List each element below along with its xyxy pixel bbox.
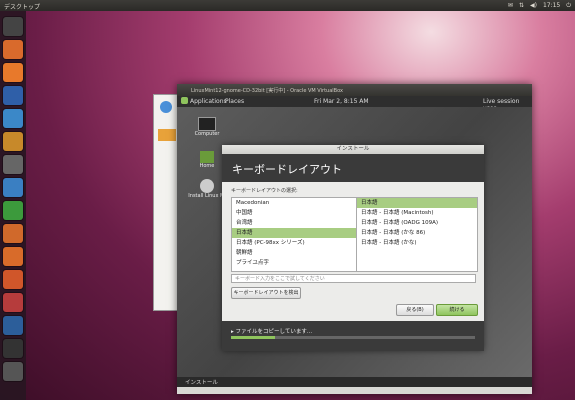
network-icon[interactable]: ⇅ — [519, 2, 524, 10]
status-text: ▸ ファイルをコピーしています... — [231, 329, 313, 335]
list-item[interactable]: 日本語 - 日本語 (OADG 109A) — [357, 218, 477, 228]
software-center-icon[interactable] — [3, 247, 23, 266]
impress-icon[interactable] — [3, 224, 23, 243]
thunderbird-icon[interactable] — [3, 86, 23, 105]
vbox-statusbar — [177, 387, 532, 394]
list-item[interactable]: 日本語 — [357, 198, 477, 208]
folder-icon — [158, 129, 176, 141]
desktop-icon-computer[interactable]: Computer — [187, 117, 227, 137]
guest-taskbar: インストール — [177, 377, 532, 387]
install-label: Install Linux Mi — [188, 193, 226, 199]
firefox-icon[interactable] — [3, 63, 23, 82]
applications-menu[interactable]: Applications — [190, 98, 227, 105]
home-icon — [200, 151, 214, 163]
vbox-title: LinuxMint12-gnome-CD-32bit [実行中] - Oracl… — [191, 88, 343, 94]
virtualbox-icon[interactable] — [3, 316, 23, 335]
computer-label: Computer — [194, 131, 220, 137]
back-button[interactable]: 戻る(B) — [396, 304, 434, 316]
installer-header: キーボードレイアウト — [222, 154, 484, 182]
guest-clock[interactable]: Fri Mar 2, 8:15 AM — [314, 98, 369, 105]
power-icon[interactable]: ⏻ — [566, 2, 571, 10]
rhythmbox-icon[interactable] — [3, 132, 23, 151]
terminal-icon[interactable] — [3, 339, 23, 358]
top-panel: デスクトップ ✉ ⇅ ◀) 17:15 ⏻ — [0, 0, 575, 11]
volume-icon[interactable]: ◀) — [530, 2, 537, 10]
list-item[interactable]: 日本語 - 日本語 (かな) — [357, 238, 477, 248]
forward-button[interactable]: 続ける — [436, 304, 478, 316]
install-disc-icon — [200, 179, 214, 193]
list-item[interactable]: 台湾語 — [232, 218, 357, 228]
page-title: キーボードレイアウト — [232, 163, 342, 176]
mint-menu-icon[interactable] — [181, 97, 188, 104]
files-icon[interactable] — [3, 40, 23, 59]
trash-icon[interactable] — [3, 362, 23, 381]
taskbar-item-install[interactable]: インストール — [185, 378, 218, 386]
list-item[interactable]: プライユ点字 — [232, 258, 357, 268]
list-item[interactable]: 中国語 — [232, 208, 357, 218]
computer-icon — [198, 117, 216, 131]
system-tray: ✉ ⇅ ◀) 17:15 ⏻ — [508, 2, 571, 10]
clock[interactable]: 17:15 — [543, 2, 560, 10]
calc-icon[interactable] — [3, 201, 23, 220]
install-progress-area: ▸ ファイルをコピーしています... — [222, 321, 484, 351]
writer-icon[interactable] — [3, 178, 23, 197]
installer-window: インストール キーボードレイアウト キーボードレイアウトの選択: Macedon… — [222, 145, 484, 351]
progress-bar — [231, 336, 475, 339]
empathy-icon[interactable] — [3, 109, 23, 128]
list-item[interactable]: 朝鮮語 — [232, 248, 357, 258]
list-item[interactable]: Macedonian — [232, 198, 357, 208]
vbox-titlebar[interactable]: LinuxMint12-gnome-CD-32bit [実行中] - Oracl… — [177, 84, 532, 96]
installer-titlebar[interactable]: インストール — [222, 145, 484, 154]
variant-list[interactable]: 日本語 日本語 - 日本語 (Macintosh) 日本語 - 日本語 (OADG … — [356, 197, 478, 272]
layout-list[interactable]: Macedonian 中国語 台湾語 日本語 日本語 (PC-98xx シリーズ) 朝鮮語… — [231, 197, 358, 272]
layout-choose-label: キーボードレイアウトの選択: — [231, 188, 298, 194]
list-item[interactable]: 日本語 - 日本語 (かな 86) — [357, 228, 477, 238]
guest-top-panel: Applications Places Fri Mar 2, 8:15 AM L… — [177, 96, 532, 112]
list-item[interactable]: 日本語 — [232, 228, 357, 238]
ubuntu-one-icon[interactable] — [3, 270, 23, 289]
detect-layout-button[interactable]: キーボードレイアウトを検出 — [231, 287, 301, 299]
mail-icon[interactable]: ✉ — [508, 2, 513, 10]
keyboard-test-input[interactable]: キーボード入力をここで試してください — [231, 274, 476, 283]
browser-icon — [160, 101, 172, 113]
ubuntu-home-icon[interactable] — [3, 17, 23, 36]
unity-launcher — [0, 11, 26, 400]
desktop-icon-install[interactable]: Install Linux Mi — [187, 179, 227, 199]
home-label: Home — [199, 163, 215, 169]
places-menu[interactable]: Places — [225, 98, 244, 105]
shotwell-icon[interactable] — [3, 155, 23, 174]
desktop-icon-home[interactable]: Home — [187, 151, 227, 169]
desktop-title: デスクトップ — [4, 4, 41, 11]
settings-icon[interactable] — [3, 293, 23, 312]
list-item[interactable]: 日本語 - 日本語 (Macintosh) — [357, 208, 477, 218]
list-item[interactable]: 日本語 (PC-98xx シリーズ) — [232, 238, 357, 248]
